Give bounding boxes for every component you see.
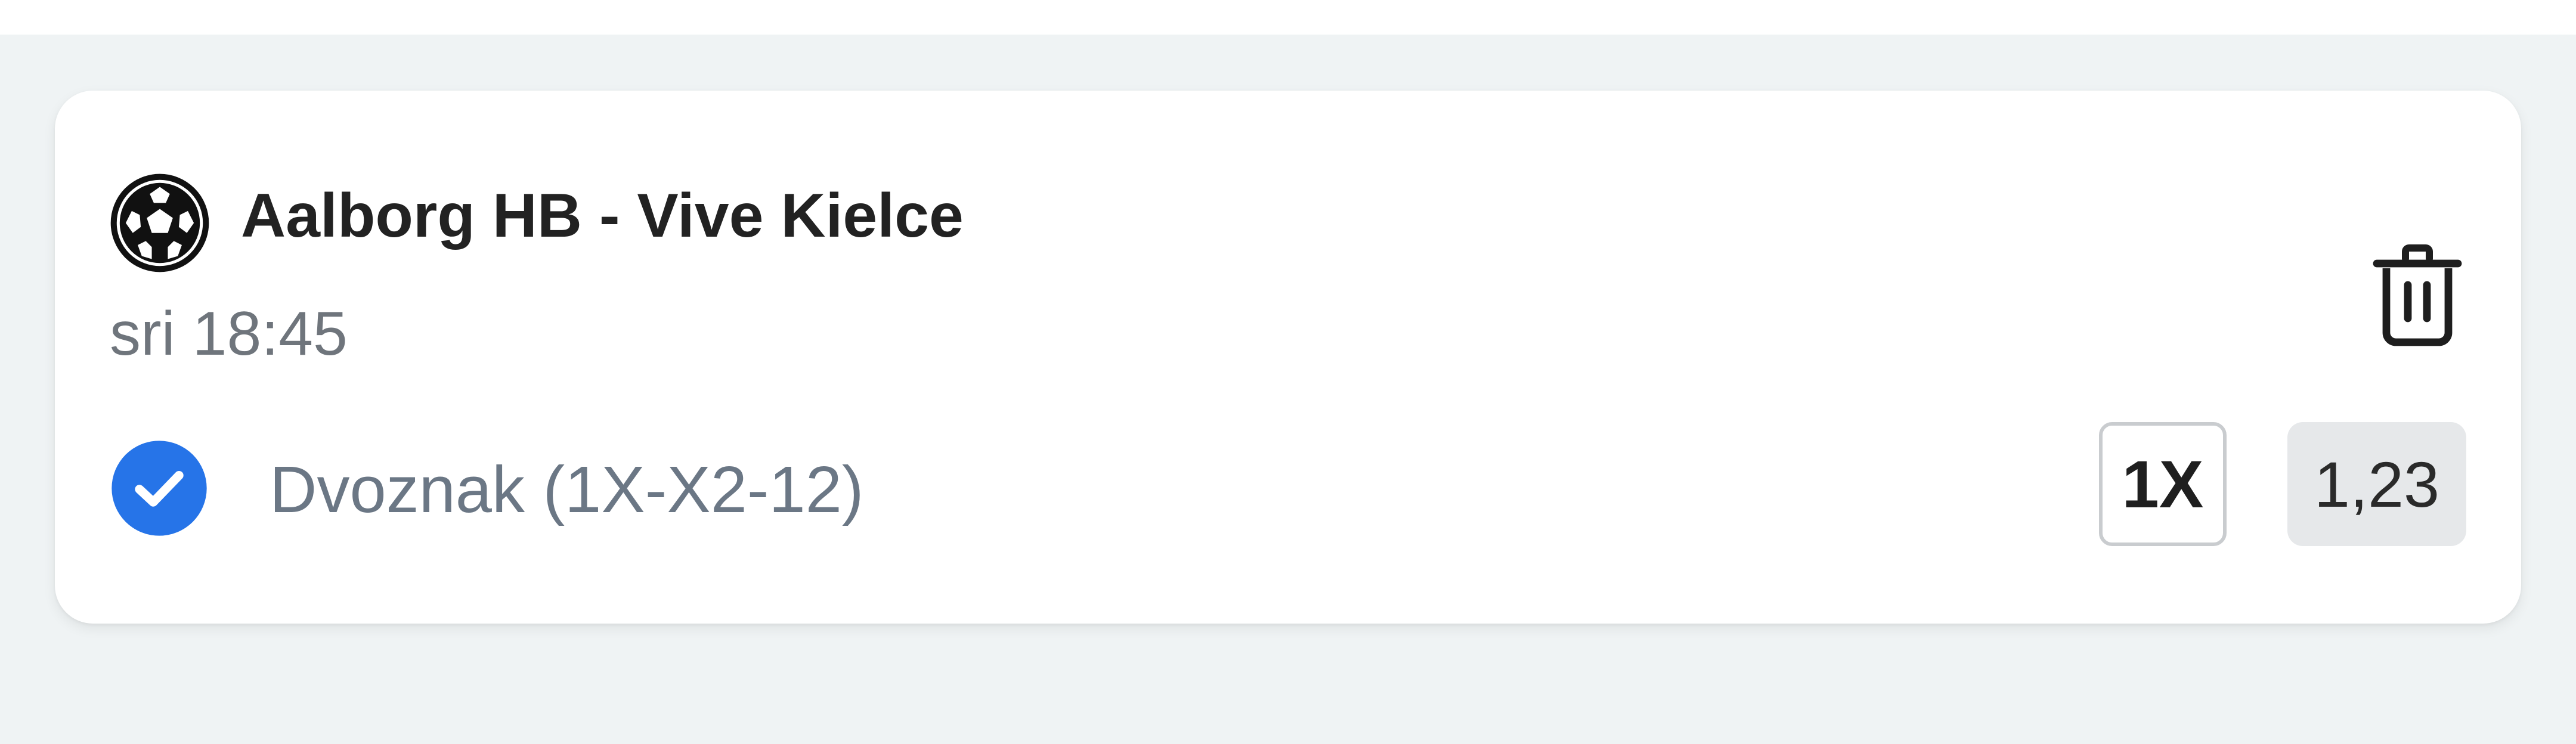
handball-ball-icon bbox=[110, 173, 210, 273]
bet-market-label: Dvoznak (1X-X2-12) bbox=[270, 453, 864, 526]
trash-icon bbox=[2373, 244, 2462, 346]
pick-badge: 1X bbox=[2099, 422, 2227, 546]
selection-check-icon[interactable] bbox=[110, 439, 209, 538]
bet-slip-card: Aalborg HB - Vive Kielce sri 18:45 Dvozn… bbox=[55, 91, 2521, 624]
odds-badge: 1,23 bbox=[2287, 422, 2466, 546]
top-strip bbox=[0, 0, 2576, 35]
delete-button[interactable] bbox=[2358, 237, 2477, 356]
match-time: sri 18:45 bbox=[110, 299, 348, 368]
match-title: Aalborg HB - Vive Kielce bbox=[241, 181, 964, 250]
